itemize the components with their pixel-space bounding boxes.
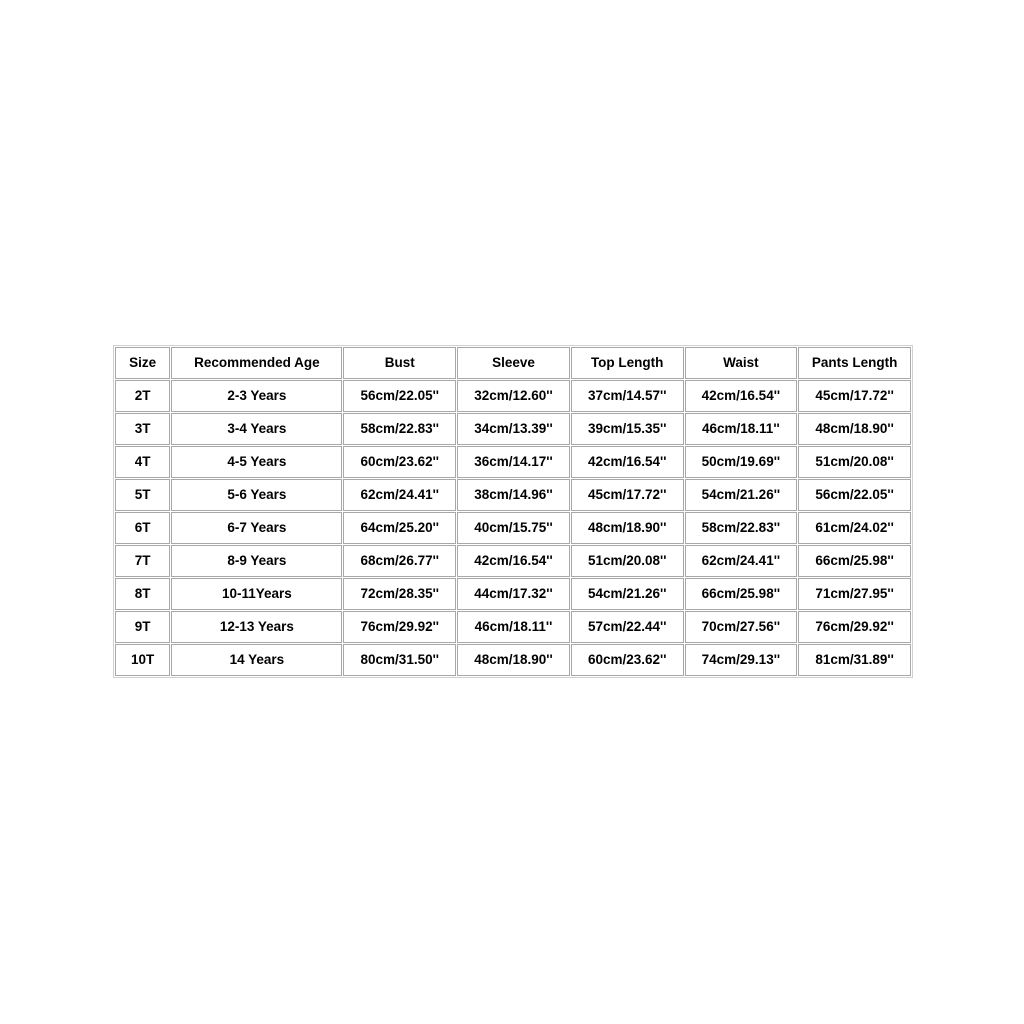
cell-bust: 56cm/22.05'' xyxy=(343,380,457,412)
cell-top-length: 39cm/15.35'' xyxy=(570,413,684,445)
cell-recommended-age: 3-4 Years xyxy=(171,413,343,445)
column-header-bust: Bust xyxy=(343,347,457,379)
cell-top-length: 60cm/23.62'' xyxy=(570,644,684,676)
cell-pants-length: 81cm/31.89'' xyxy=(798,644,911,676)
cell-waist: 74cm/29.13'' xyxy=(684,644,798,676)
cell-recommended-age: 8-9 Years xyxy=(171,545,343,577)
cell-waist: 46cm/18.11'' xyxy=(684,413,798,445)
cell-bust: 80cm/31.50'' xyxy=(343,644,457,676)
cell-top-length: 51cm/20.08'' xyxy=(570,545,684,577)
cell-top-length: 42cm/16.54'' xyxy=(570,446,684,478)
cell-pants-length: 45cm/17.72'' xyxy=(798,380,911,412)
cell-top-length: 48cm/18.90'' xyxy=(570,512,684,544)
cell-size: 6T xyxy=(115,512,171,544)
table-row: 10T 14 Years 80cm/31.50'' 48cm/18.90'' 60cm/… xyxy=(115,644,911,676)
cell-sleeve: 40cm/15.75'' xyxy=(457,512,570,544)
cell-sleeve: 44cm/17.32'' xyxy=(457,578,570,610)
cell-waist: 42cm/16.54'' xyxy=(684,380,798,412)
cell-recommended-age: 14 Years xyxy=(171,644,343,676)
table-body: 2T 2-3 Years 56cm/22.05'' 32cm/12.60'' 37cm/… xyxy=(115,380,911,676)
column-header-top-length: Top Length xyxy=(570,347,684,379)
cell-recommended-age: 6-7 Years xyxy=(171,512,343,544)
cell-pants-length: 51cm/20.08'' xyxy=(798,446,911,478)
cell-size: 8T xyxy=(115,578,171,610)
cell-bust: 62cm/24.41'' xyxy=(343,479,457,511)
cell-top-length: 37cm/14.57'' xyxy=(570,380,684,412)
cell-recommended-age: 5-6 Years xyxy=(171,479,343,511)
cell-size: 9T xyxy=(115,611,171,643)
cell-size: 4T xyxy=(115,446,171,478)
cell-pants-length: 71cm/27.95'' xyxy=(798,578,911,610)
cell-sleeve: 32cm/12.60'' xyxy=(457,380,570,412)
cell-recommended-age: 12-13 Years xyxy=(171,611,343,643)
cell-bust: 58cm/22.83'' xyxy=(343,413,457,445)
table-row: 8T 10-11Years 72cm/28.35'' 44cm/17.32'' 54cm… xyxy=(115,578,911,610)
column-header-sleeve: Sleeve xyxy=(457,347,570,379)
cell-waist: 54cm/21.26'' xyxy=(684,479,798,511)
cell-waist: 58cm/22.83'' xyxy=(684,512,798,544)
column-header-waist: Waist xyxy=(684,347,798,379)
table-row: 3T 3-4 Years 58cm/22.83'' 34cm/13.39'' 39cm/… xyxy=(115,413,911,445)
size-chart-table: Size Recommended Age Bust Sleeve Top Length W… xyxy=(113,345,913,678)
cell-sleeve: 38cm/14.96'' xyxy=(457,479,570,511)
cell-top-length: 57cm/22.44'' xyxy=(570,611,684,643)
cell-bust: 64cm/25.20'' xyxy=(343,512,457,544)
table-header-row: Size Recommended Age Bust Sleeve Top Length W… xyxy=(115,347,911,379)
cell-pants-length: 56cm/22.05'' xyxy=(798,479,911,511)
cell-size: 10T xyxy=(115,644,171,676)
column-header-pants-length: Pants Length xyxy=(798,347,911,379)
cell-bust: 68cm/26.77'' xyxy=(343,545,457,577)
table-row: 6T 6-7 Years 64cm/25.20'' 40cm/15.75'' 48cm/… xyxy=(115,512,911,544)
table-row: 2T 2-3 Years 56cm/22.05'' 32cm/12.60'' 37cm/… xyxy=(115,380,911,412)
cell-recommended-age: 4-5 Years xyxy=(171,446,343,478)
cell-sleeve: 36cm/14.17'' xyxy=(457,446,570,478)
cell-size: 2T xyxy=(115,380,171,412)
column-header-size: Size xyxy=(115,347,171,379)
cell-pants-length: 76cm/29.92'' xyxy=(798,611,911,643)
table-row: 5T 5-6 Years 62cm/24.41'' 38cm/14.96'' 45cm/… xyxy=(115,479,911,511)
size-chart-container: Size Recommended Age Bust Sleeve Top Length W… xyxy=(113,345,913,678)
cell-bust: 72cm/28.35'' xyxy=(343,578,457,610)
cell-pants-length: 66cm/25.98'' xyxy=(798,545,911,577)
table-row: 4T 4-5 Years 60cm/23.62'' 36cm/14.17'' 42cm/… xyxy=(115,446,911,478)
column-header-recommended-age: Recommended Age xyxy=(171,347,343,379)
cell-waist: 50cm/19.69'' xyxy=(684,446,798,478)
cell-waist: 62cm/24.41'' xyxy=(684,545,798,577)
cell-waist: 70cm/27.56'' xyxy=(684,611,798,643)
cell-top-length: 54cm/21.26'' xyxy=(570,578,684,610)
cell-size: 5T xyxy=(115,479,171,511)
cell-bust: 76cm/29.92'' xyxy=(343,611,457,643)
cell-recommended-age: 10-11Years xyxy=(171,578,343,610)
cell-size: 7T xyxy=(115,545,171,577)
cell-bust: 60cm/23.62'' xyxy=(343,446,457,478)
cell-pants-length: 61cm/24.02'' xyxy=(798,512,911,544)
cell-sleeve: 42cm/16.54'' xyxy=(457,545,570,577)
cell-pants-length: 48cm/18.90'' xyxy=(798,413,911,445)
cell-top-length: 45cm/17.72'' xyxy=(570,479,684,511)
cell-waist: 66cm/25.98'' xyxy=(684,578,798,610)
cell-sleeve: 46cm/18.11'' xyxy=(457,611,570,643)
cell-size: 3T xyxy=(115,413,171,445)
table-row: 9T 12-13 Years 76cm/29.92'' 46cm/18.11'' 57c… xyxy=(115,611,911,643)
cell-sleeve: 48cm/18.90'' xyxy=(457,644,570,676)
table-header: Size Recommended Age Bust Sleeve Top Length W… xyxy=(115,347,911,379)
table-row: 7T 8-9 Years 68cm/26.77'' 42cm/16.54'' 51cm/… xyxy=(115,545,911,577)
cell-sleeve: 34cm/13.39'' xyxy=(457,413,570,445)
cell-recommended-age: 2-3 Years xyxy=(171,380,343,412)
